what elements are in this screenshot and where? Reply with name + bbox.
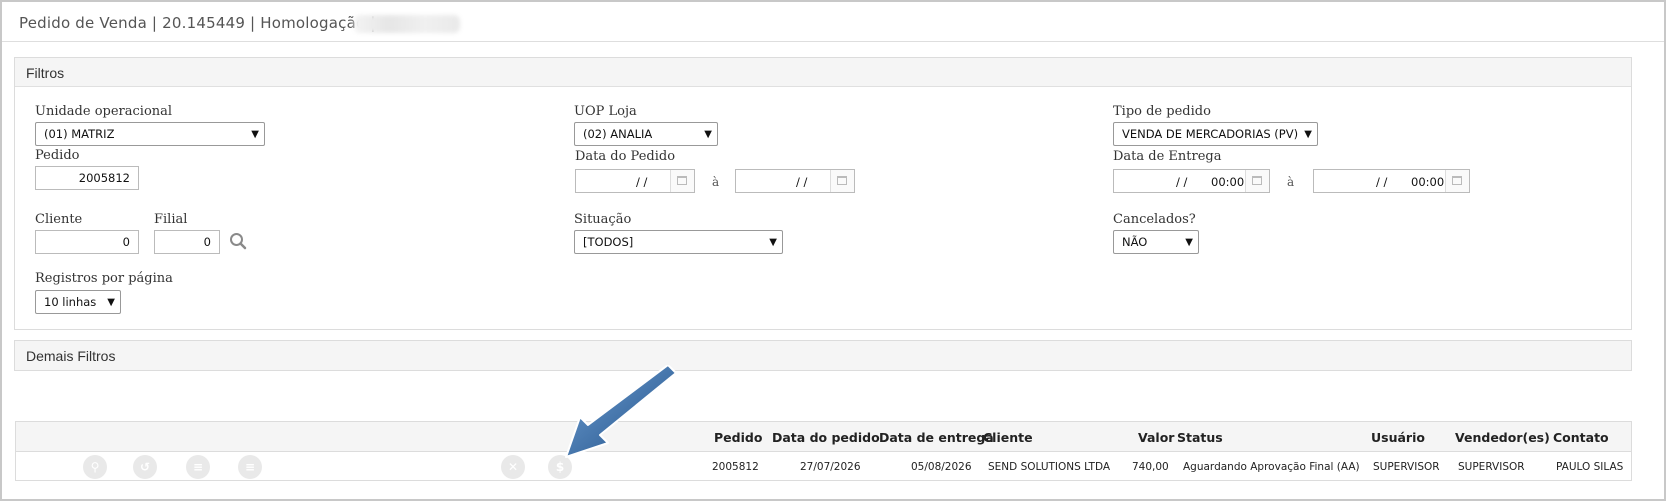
unidade-value: (01) MATRIZ — [44, 127, 115, 141]
data-pedido-from-value: / / — [636, 175, 648, 189]
cancel-icon[interactable]: ✕ — [501, 455, 525, 479]
uop-value: (02) ANALIA — [583, 127, 653, 141]
col-data-pedido[interactable]: Data do pedido — [772, 430, 880, 445]
list-icon[interactable]: ≡ — [186, 455, 210, 479]
uop-select[interactable]: (02) ANALIA ▼ — [574, 122, 718, 146]
data-entrega-to-date: / / — [1376, 175, 1388, 189]
calendar-icon[interactable] — [670, 170, 694, 192]
tipo-value: VENDA DE MERCADORIAS (PV) — [1122, 127, 1299, 141]
more-filters-title[interactable]: Demais Filtros — [15, 341, 1631, 370]
cell-cliente: SEND SOLUTIONS LTDA — [988, 461, 1111, 473]
pedido-label: Pedido — [35, 148, 80, 163]
cell-contato: PAULO SILAS — [1556, 461, 1624, 473]
chevron-down-icon: ▼ — [1304, 129, 1312, 140]
chevron-down-icon: ▼ — [1185, 237, 1193, 248]
history-icon[interactable]: ↺ — [133, 455, 157, 479]
results-table: Pedido Data do pedido Data de entrega Cl… — [15, 421, 1632, 481]
annotation-arrow-icon — [565, 365, 677, 458]
pedido-input[interactable]: 2005812 — [35, 166, 139, 190]
data-entrega-from[interactable]: / / 00:00 — [1113, 169, 1270, 193]
registros-value: 10 linhas — [44, 295, 97, 309]
redacted-user-name — [354, 15, 460, 33]
page-title: Pedido de Venda | 20.145449 | Homologaçã… — [19, 14, 376, 32]
date-range-separator: à — [1287, 175, 1295, 189]
data-pedido-to[interactable]: / / — [735, 169, 855, 193]
cancelados-select[interactable]: NÃO ▼ — [1113, 230, 1199, 254]
col-valor[interactable]: Valor — [1138, 430, 1174, 445]
col-contato[interactable]: Contato — [1553, 430, 1609, 445]
situacao-label: Situação — [574, 212, 632, 227]
cell-vendedor: SUPERVISOR — [1458, 461, 1525, 473]
data-pedido-from[interactable]: / / — [575, 169, 695, 193]
uop-label: UOP Loja — [574, 104, 637, 119]
data-entrega-from-time: 00:00 — [1211, 175, 1245, 189]
registros-select[interactable]: 10 linhas ▼ — [35, 290, 121, 314]
cell-status: Aguardando Aprovação Final (AA) — [1183, 461, 1360, 473]
cancelados-value: NÃO — [1122, 235, 1148, 249]
chevron-down-icon: ▼ — [107, 297, 115, 308]
cliente-input[interactable]: 0 — [35, 230, 139, 254]
col-pedido[interactable]: Pedido — [714, 430, 762, 445]
data-entrega-label: Data de Entrega — [1113, 149, 1222, 164]
page-header: Pedido de Venda | 20.145449 | Homologaçã… — [2, 2, 1664, 42]
date-range-separator: à — [712, 175, 720, 189]
cell-usuario: SUPERVISOR — [1373, 461, 1440, 473]
data-pedido-label: Data do Pedido — [575, 149, 676, 164]
col-vendedor[interactable]: Vendedor(es) — [1455, 430, 1550, 445]
col-data-entrega[interactable]: Data de entrega — [879, 430, 994, 445]
filial-label: Filial — [154, 212, 188, 227]
filters-panel: Filtros — [14, 57, 1632, 330]
col-cliente[interactable]: Cliente — [983, 430, 1033, 445]
calendar-icon[interactable] — [1245, 170, 1269, 192]
cell-data-pedido: 27/07/2026 — [800, 461, 861, 473]
data-entrega-from-date: / / — [1176, 175, 1188, 189]
data-pedido-to-value: / / — [796, 175, 808, 189]
filial-input[interactable]: 0 — [154, 230, 220, 254]
unidade-label: Unidade operacional — [35, 104, 173, 119]
calendar-icon[interactable] — [1445, 170, 1469, 192]
chevron-down-icon: ▼ — [704, 129, 712, 140]
cliente-label: Cliente — [35, 212, 83, 227]
data-entrega-to-time: 00:00 — [1411, 175, 1445, 189]
cell-valor: 740,00 — [1132, 461, 1169, 473]
more-filters-panel: Demais Filtros — [14, 340, 1632, 371]
unidade-select[interactable]: (01) MATRIZ ▼ — [35, 122, 265, 146]
search-icon[interactable] — [229, 232, 247, 250]
col-status[interactable]: Status — [1177, 430, 1223, 445]
cell-pedido: 2005812 — [712, 461, 759, 473]
registros-label: Registros por página — [35, 271, 173, 286]
data-entrega-to[interactable]: / / 00:00 — [1313, 169, 1470, 193]
cell-data-entrega: 05/08/2026 — [911, 461, 972, 473]
table-header: Pedido Data do pedido Data de entrega Cl… — [16, 422, 1631, 452]
search-icon[interactable]: ⚲ — [83, 455, 107, 479]
filters-panel-title[interactable]: Filtros — [15, 58, 1631, 87]
tipo-label: Tipo de pedido — [1113, 104, 1211, 119]
cancelados-label: Cancelados? — [1113, 212, 1196, 227]
situacao-select[interactable]: [TODOS] ▼ — [574, 230, 783, 254]
col-usuario[interactable]: Usuário — [1371, 430, 1425, 445]
chevron-down-icon: ▼ — [251, 129, 259, 140]
menu-icon[interactable]: ≡ — [238, 455, 262, 479]
chevron-down-icon: ▼ — [769, 237, 777, 248]
tipo-select[interactable]: VENDA DE MERCADORIAS (PV) ▼ — [1113, 122, 1318, 146]
calendar-icon[interactable] — [830, 170, 854, 192]
situacao-value: [TODOS] — [583, 235, 634, 249]
